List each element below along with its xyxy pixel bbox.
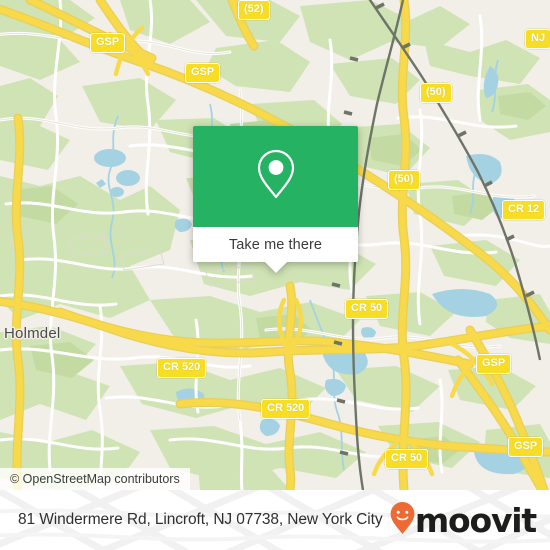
moovit-wordmark: moovit — [414, 500, 537, 540]
road-shield-50-1[interactable]: (50) — [420, 83, 452, 103]
road-shield-gsp-4[interactable]: GSP — [508, 437, 544, 457]
moovit-logo[interactable]: moovit — [389, 500, 537, 540]
location-popup-card[interactable]: Take me there — [193, 126, 358, 273]
road-shield-cr-12[interactable]: CR 12 — [502, 200, 546, 220]
road-shield-cr-50-1[interactable]: CR 50 — [345, 299, 389, 319]
road-shield-gsp-3[interactable]: GSP — [476, 354, 512, 374]
take-me-there-button[interactable]: Take me there — [229, 237, 322, 253]
footer-bar: 81 Windermere Rd, Lincroft, NJ 07738, Ne… — [0, 490, 550, 550]
road-shield-52[interactable]: (52) — [238, 0, 270, 20]
road-shield-gsp-1[interactable]: GSP — [90, 33, 126, 53]
popup-icon-area — [193, 126, 358, 227]
address-label: 81 Windermere Rd, Lincroft, NJ 07738, Ne… — [18, 511, 383, 528]
map-screenshot: Holmdel (52) GSP GSP NJ (50) (50) CR 12 … — [0, 0, 550, 550]
map-canvas[interactable]: Holmdel (52) GSP GSP NJ (50) (50) CR 12 … — [0, 0, 550, 490]
popup-pointer — [264, 262, 287, 273]
road-shield-nj[interactable]: NJ — [525, 29, 550, 49]
osm-attribution[interactable]: © OpenStreetMap contributors — [0, 468, 190, 490]
road-shield-50-2[interactable]: (50) — [388, 170, 420, 190]
road-shield-cr-520-2[interactable]: CR 520 — [261, 399, 311, 419]
map-pin-icon — [255, 148, 297, 205]
road-shield-cr-50-2[interactable]: CR 50 — [385, 449, 429, 469]
moovit-smiley-pin-icon — [389, 501, 416, 540]
popup-action-area[interactable]: Take me there — [193, 227, 358, 273]
footer-content: 81 Windermere Rd, Lincroft, NJ 07738, Ne… — [0, 490, 550, 550]
road-shield-gsp-2[interactable]: GSP — [185, 63, 221, 83]
road-shield-cr-520-1[interactable]: CR 520 — [157, 358, 207, 378]
